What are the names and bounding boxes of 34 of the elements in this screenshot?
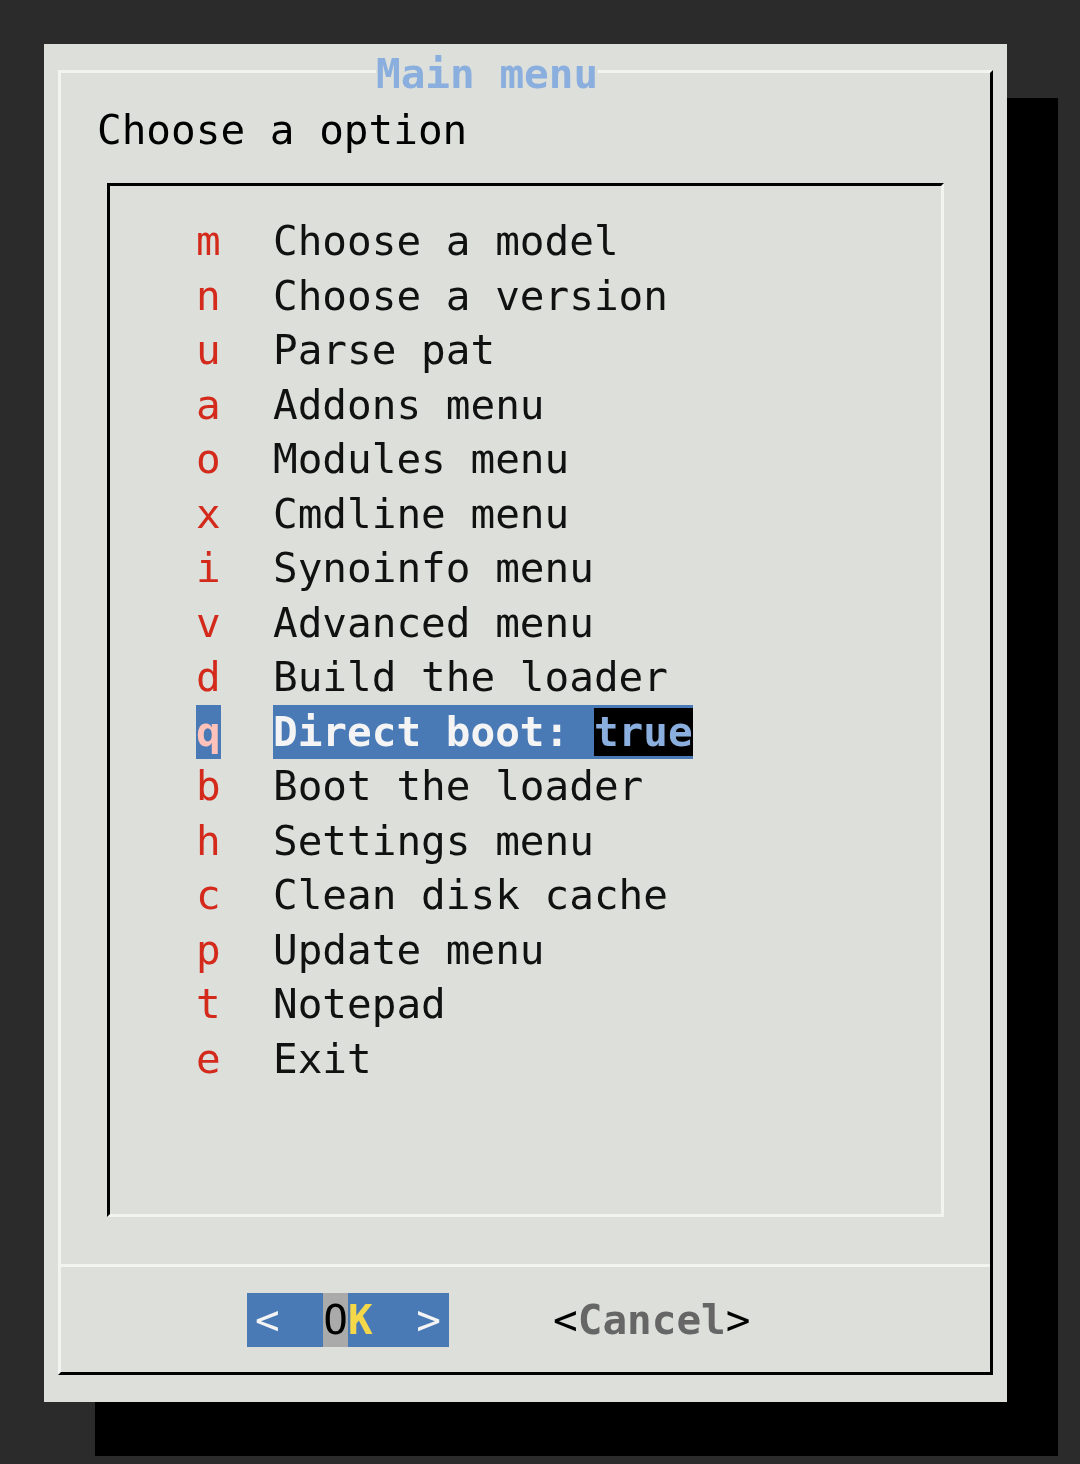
menu-hotkey[interactable]: x: [196, 486, 221, 541]
menu-item[interactable]: Choose a version: [273, 268, 668, 323]
menu-item[interactable]: Update menu: [273, 922, 545, 977]
menu-item[interactable]: Advanced menu: [273, 595, 594, 650]
menu-hotkey[interactable]: u: [196, 323, 221, 378]
menu-item[interactable]: Notepad: [273, 977, 446, 1032]
menu-item[interactable]: Parse pat: [273, 323, 496, 378]
menu-hotkey[interactable]: o: [196, 432, 221, 487]
menu-hotkey[interactable]: m: [196, 214, 221, 269]
menu-item[interactable]: Settings menu: [273, 813, 594, 868]
menu-item[interactable]: Addons menu: [273, 377, 545, 432]
menu-item[interactable]: Exit: [273, 1031, 372, 1086]
menu-hotkey[interactable]: c: [196, 868, 221, 923]
menu-item[interactable]: Clean disk cache: [273, 868, 668, 923]
menu-hotkey[interactable]: v: [196, 595, 221, 650]
menu-item[interactable]: Build the loader: [273, 650, 668, 705]
menu-item[interactable]: Choose a model: [273, 214, 619, 269]
menu-hotkey[interactable]: n: [196, 268, 221, 323]
menu-hotkey[interactable]: d: [196, 650, 221, 705]
menu-hotkey[interactable]: b: [196, 759, 221, 814]
menu-hotkey[interactable]: p: [196, 922, 221, 977]
menu-item[interactable]: Direct boot: true: [273, 704, 693, 759]
menu-item[interactable]: Synoinfo menu: [273, 541, 594, 596]
cancel-button[interactable]: <Cancel>: [553, 1292, 751, 1347]
menu-item[interactable]: Cmdline menu: [273, 486, 570, 541]
menu-hotkey[interactable]: e: [196, 1031, 221, 1086]
menu-hotkey[interactable]: i: [196, 541, 221, 596]
menu-item[interactable]: Boot the loader: [273, 759, 644, 814]
menu-hotkey[interactable]: t: [196, 977, 221, 1032]
menu-item[interactable]: Modules menu: [273, 432, 570, 487]
menu-hotkey[interactable]: h: [196, 813, 221, 868]
menu-hotkey[interactable]: a: [196, 377, 221, 432]
prompt-text: Choose a option: [97, 105, 469, 156]
ok-button[interactable]: < OK >: [247, 1292, 449, 1347]
